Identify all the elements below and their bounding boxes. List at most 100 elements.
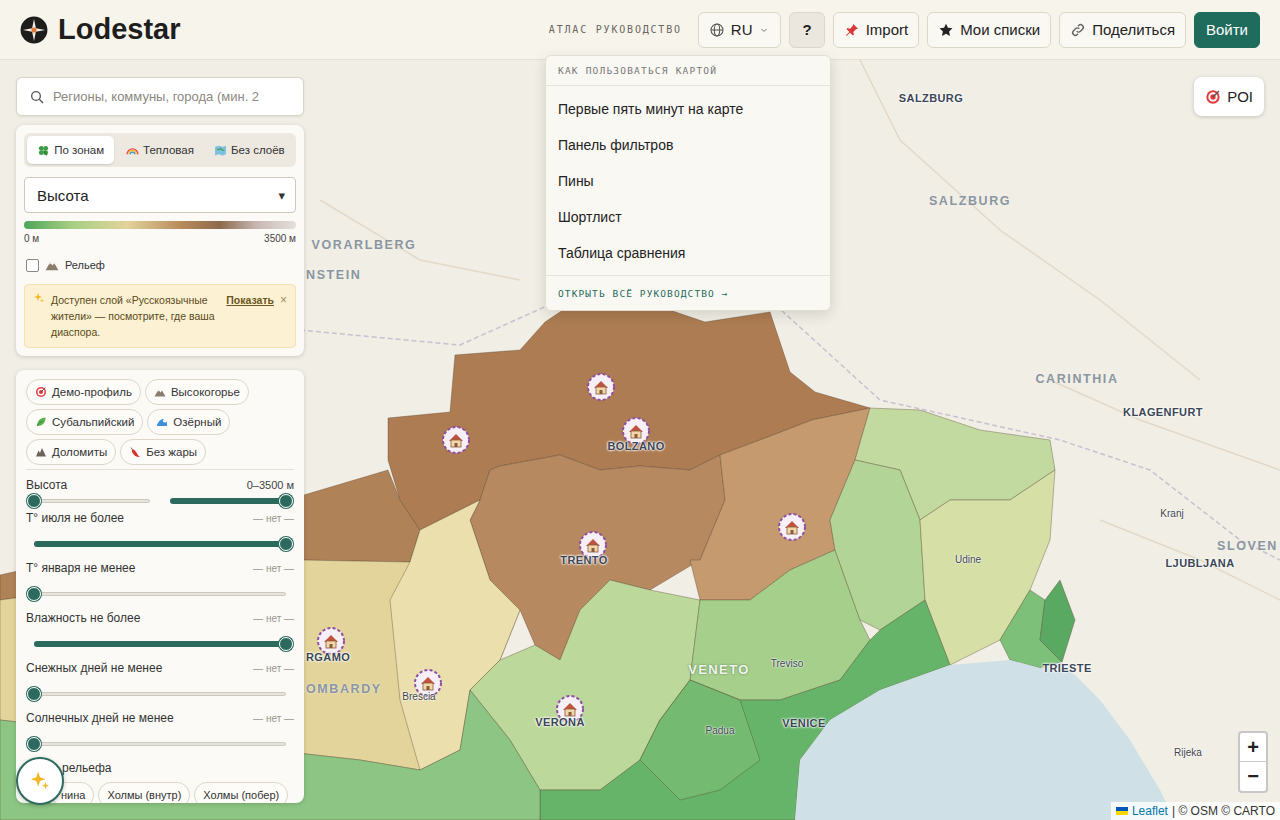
relief-label: Рельеф <box>65 259 105 271</box>
slider-thumb[interactable] <box>279 637 293 651</box>
preset-chip[interactable]: Демо-профиль <box>26 379 141 405</box>
filter-row: T° января не менее— нет — <box>26 560 294 602</box>
slider-thumb[interactable] <box>27 687 41 701</box>
attribution: Leaflet | © OSM © CARTO <box>1111 802 1280 820</box>
poi-label: POI <box>1227 88 1253 105</box>
house-pin-icon[interactable] <box>779 514 805 540</box>
notice-close[interactable]: × <box>280 292 287 308</box>
map-label: Udine <box>955 555 981 565</box>
help-button[interactable]: ? <box>789 12 824 48</box>
poi-button[interactable]: POI <box>1194 77 1264 116</box>
filter-label: Снежных дней не менее <box>26 661 162 675</box>
metric-select[interactable]: Высота▾ <box>24 177 296 213</box>
sparkle-icon <box>29 770 51 792</box>
preset-list: Демо-профиль Высокогорье СубальпийскийОзёр… <box>26 379 294 465</box>
help-menu-item[interactable]: Пины <box>546 163 830 199</box>
legend-gradient <box>24 221 296 229</box>
help-menu-item[interactable]: Таблица сравнения <box>546 235 830 271</box>
map-label: Padua <box>706 726 735 736</box>
map-label: Brescia <box>402 692 435 702</box>
assistant-button[interactable] <box>16 757 64 805</box>
map-label: SLOVEN <box>1217 540 1278 553</box>
preset-chip[interactable]: Высокогорье <box>145 379 249 405</box>
relief-checkbox[interactable] <box>26 259 39 272</box>
region-area[interactable] <box>1040 580 1075 662</box>
relief-toggle[interactable]: Рельеф <box>24 258 296 272</box>
tab-label: Тепловая <box>143 144 194 156</box>
header-button[interactable]: Мои списки <box>927 12 1051 48</box>
preset-chip[interactable]: Доломиты <box>26 439 116 465</box>
notice-show-link[interactable]: Показать <box>226 292 274 308</box>
button-label: Мои списки <box>960 21 1040 38</box>
house-pin-icon[interactable] <box>588 374 614 400</box>
layer-tab[interactable]: По зонам <box>27 136 114 164</box>
slider-thumb[interactable] <box>279 494 293 508</box>
preset-chip[interactable]: Субальпийский <box>26 409 143 435</box>
region-area[interactable] <box>640 680 760 800</box>
slider-track[interactable] <box>26 586 294 602</box>
slider-thumb[interactable] <box>279 537 293 551</box>
tab-label: Без слоёв <box>231 144 285 156</box>
pushpin-icon <box>844 22 860 38</box>
tab-label: По зонам <box>54 144 104 156</box>
help-menu: КАК ПОЛЬЗОВАТЬСЯ КАРТОЙПервые пять минут… <box>545 55 831 311</box>
filter-reading: — нет — <box>253 563 294 574</box>
region-area[interactable] <box>830 460 925 630</box>
slider-track[interactable] <box>26 536 294 552</box>
help-menu-item[interactable]: Панель фильтров <box>546 127 830 163</box>
map-label: OMBARDY <box>306 683 382 696</box>
slider-track[interactable] <box>26 636 294 652</box>
app-title: Lodestar <box>58 13 180 46</box>
layer-tab[interactable]: Тепловая <box>116 136 203 164</box>
map-label: SALZBURG <box>929 195 1011 208</box>
target-icon <box>1205 89 1221 105</box>
slider-fill <box>34 641 286 647</box>
divider <box>26 469 294 470</box>
link-icon <box>1070 22 1086 38</box>
slider-track[interactable] <box>26 736 294 752</box>
preset-chip[interactable]: Озёрный <box>147 409 230 435</box>
legend-scale: 0 м3500 м <box>24 233 296 244</box>
header-button[interactable]: Поделиться <box>1059 12 1186 48</box>
leaflet-link[interactable]: Leaflet <box>1132 804 1168 818</box>
header-button[interactable]: Войти <box>1194 12 1260 48</box>
map-label: Kranj <box>1160 509 1183 519</box>
header-button[interactable]: Import <box>833 12 920 48</box>
search-input[interactable] <box>53 89 297 104</box>
guide-open-link[interactable]: ОТКРЫТЬ ВСЁ РУКОВОДСТВО → <box>546 275 830 310</box>
zoom-out-button[interactable]: − <box>1240 762 1266 791</box>
layer-tabs: По зонам Тепловая Без слоёв <box>24 133 296 167</box>
wave-icon <box>156 416 168 428</box>
attribution-text: | © OSM © CARTO <box>1172 804 1275 818</box>
star-icon <box>938 22 954 38</box>
help-menu-item[interactable]: Первые пять минут на карте <box>546 91 830 127</box>
slider-thumb[interactable] <box>27 494 41 508</box>
language-select[interactable]: RU <box>698 12 782 48</box>
search-box[interactable] <box>16 77 304 116</box>
help-menu-item[interactable]: Шортлист <box>546 199 830 235</box>
select-arrow: ▾ <box>278 188 285 203</box>
slider-track[interactable] <box>26 493 158 509</box>
zoom-in-button[interactable]: + <box>1240 733 1266 762</box>
slider-thumb[interactable] <box>27 587 41 601</box>
mountain-icon <box>45 258 59 272</box>
house-pin-icon[interactable] <box>443 427 469 453</box>
chip-label: Демо-профиль <box>52 386 132 398</box>
relief-option[interactable]: Холмы (внутр) <box>98 782 190 803</box>
layer-tab[interactable]: Без слоёв <box>206 136 293 164</box>
filter-row: Влажность не более— нет — <box>26 610 294 652</box>
chip-label: Высокогорье <box>171 386 240 398</box>
filter-reading: 0–3500 м <box>247 479 294 491</box>
app-logo[interactable]: Lodestar <box>20 13 180 46</box>
target-icon <box>35 386 47 398</box>
slider-thumb[interactable] <box>27 737 41 751</box>
slider-track[interactable] <box>26 686 294 702</box>
guide-link[interactable]: АТЛАС РУКОВОДСТВО <box>549 24 682 35</box>
house-pin-icon[interactable] <box>318 628 344 654</box>
filter-reading: — нет — <box>253 663 294 674</box>
relief-option[interactable]: Холмы (побер) <box>194 782 288 803</box>
slider-track[interactable] <box>162 493 294 509</box>
button-label: Поделиться <box>1092 21 1175 38</box>
map-label: Treviso <box>771 659 803 669</box>
preset-chip[interactable]: Без жары <box>120 439 206 465</box>
